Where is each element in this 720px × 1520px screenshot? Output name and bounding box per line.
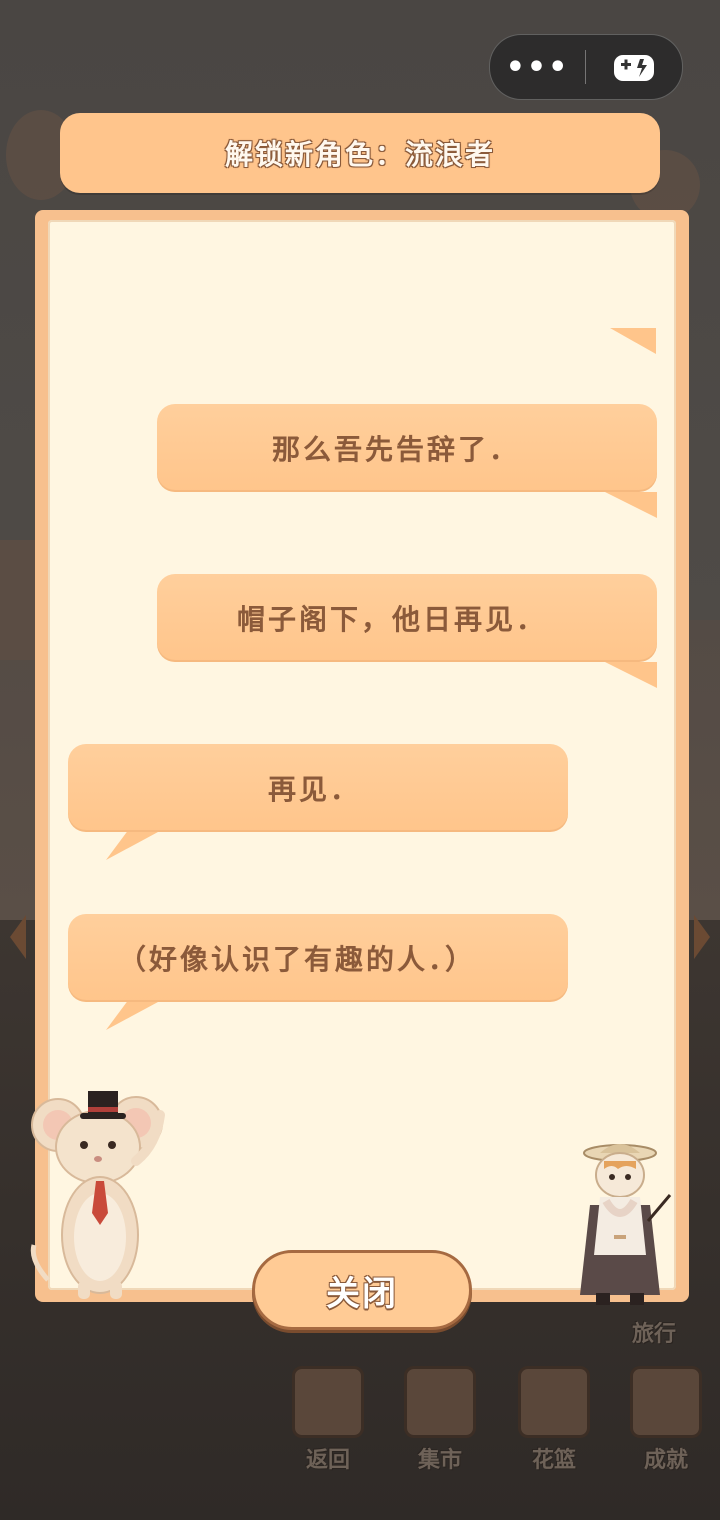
wanderer-character [580,1144,672,1305]
gamepad-icon [614,55,654,81]
nav-achievements: 成就 [626,1366,706,1476]
dialogue-text: 那么吾先告辞了． [272,433,521,466]
nav-label: 集市 [417,1448,462,1473]
unlock-title-banner: 解锁新角色：流浪者 [60,113,660,193]
dialogue-bubble-right: 帽子阁下，他日再见． [157,574,657,662]
close-button-label: 关闭 [326,1273,398,1314]
flower-basket-icon [518,1366,590,1438]
mini-program-capsule: ••• [489,34,683,100]
bubble-tail-right [605,492,657,518]
left-arrow-icon [10,915,26,959]
dialogue-text: 再见． [268,773,362,806]
nav-label: 花篮 [531,1448,576,1473]
bubble-tail-left [106,1002,158,1030]
nav-label: 返回 [305,1448,350,1473]
mouse-character [30,1091,165,1299]
dialogue-bubble-left: 再见． [68,744,568,832]
more-dots-icon: ••• [505,49,570,85]
nav-label: 成就 [643,1448,688,1473]
market-stall-icon [404,1366,476,1438]
game-center-button[interactable] [586,51,682,83]
unlock-title: 解锁新角色：流浪者 [224,138,495,171]
dialogue-text: （好像认识了有趣的人．） [118,943,477,976]
bubble-tail-right [605,662,657,688]
bubble-tail-left [106,832,158,860]
door-icon [292,1366,364,1438]
trophy-icon [630,1366,702,1438]
dialogue-bubble-right: 那么吾先告辞了． [157,404,657,492]
nav-flower-basket: 花篮 [514,1366,594,1476]
dialogue-text: 帽子阁下，他日再见． [237,603,548,636]
more-menu-button[interactable]: ••• [490,35,585,99]
nav-back: 返回 [288,1366,368,1476]
nav-market: 集市 [400,1366,480,1476]
right-arrow-icon [694,915,710,959]
bubble-tail-partial [610,328,656,354]
travel-label: 旅行 [632,1322,677,1347]
close-button[interactable]: 关闭 [252,1250,472,1330]
dialogue-bubble-left: （好像认识了有趣的人．） [68,914,568,1002]
